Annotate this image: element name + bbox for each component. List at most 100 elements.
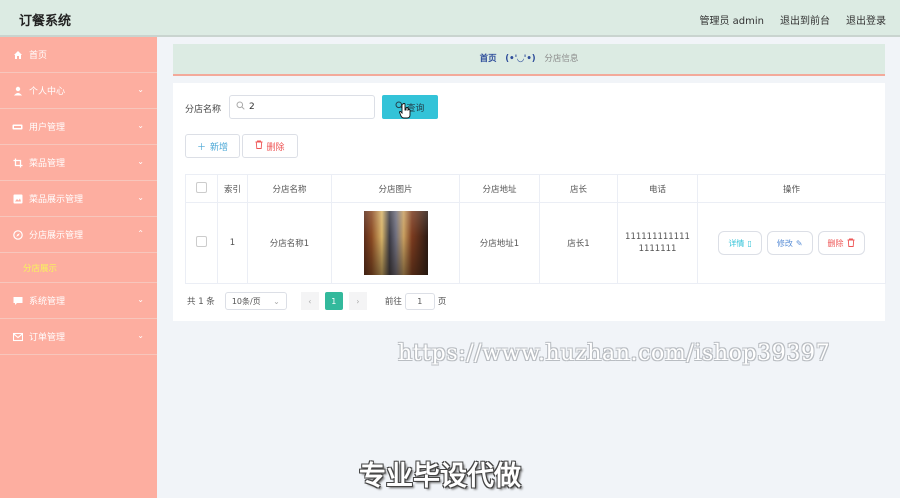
sidebar: 首页 个人中心 ⌄ 用户管理 ⌄ 菜品管理 ⌄ 菜品展示管理 ⌄ 分店展示管理 … (0, 37, 157, 498)
crop-icon (12, 157, 23, 168)
detail-button[interactable]: 详情 ▯ (718, 231, 762, 255)
cell-name: 分店名称1 (247, 202, 332, 284)
hand-cursor-icon (399, 103, 411, 122)
chevron-left-icon: ‹ (308, 296, 312, 306)
content-card: 分店名称 2 查询 ＋ 新增 删除 索引 分店名称 分店图片 分店地址 店长 电… (173, 83, 886, 321)
edit-button[interactable]: 修改 ✎ (766, 231, 813, 255)
image-icon (12, 193, 23, 204)
chevron-down-icon: ⌄ (137, 193, 144, 202)
goto-page-input[interactable]: 1 (404, 292, 435, 310)
search-input[interactable]: 2 (229, 95, 375, 119)
phone-text: 1111111111111111111 (625, 232, 690, 254)
sidebar-item-branch-display[interactable]: 分店展示管理 ⌃ (0, 217, 157, 253)
cell-address: 分店地址1 (459, 202, 540, 284)
sidebar-item-label: 个人中心 (29, 87, 66, 97)
frontend-link[interactable]: 退出到前台 (780, 12, 830, 27)
trash-icon (255, 140, 263, 152)
chevron-down-icon: ⌄ (137, 121, 144, 130)
delete-button-label: 删除 (266, 142, 285, 153)
row-actions: 详情 ▯ 修改 ✎ 删除 (698, 231, 885, 255)
header-index: 索引 (217, 174, 248, 203)
header-address: 分店地址 (459, 174, 540, 203)
edit-label: 修改 (776, 238, 793, 248)
row-delete-label: 删除 (827, 238, 844, 248)
mail-icon (12, 331, 23, 342)
branch-image (363, 211, 428, 275)
sidebar-item-label: 菜品展示管理 (29, 195, 84, 205)
cell-actions: 详情 ▯ 修改 ✎ 删除 (697, 202, 886, 284)
pencil-icon: ✎ (795, 238, 803, 248)
cell-image (331, 202, 460, 284)
branch-table: 索引 分店名称 分店图片 分店地址 店长 电话 操作 1 分店名称1 分店地址1… (185, 174, 886, 284)
sidebar-item-order-management[interactable]: 订单管理 ⌄ (0, 319, 157, 355)
logout-link[interactable]: 退出登录 (846, 12, 886, 27)
home-icon (12, 49, 23, 60)
chevron-down-icon: ⌄ (137, 85, 144, 94)
detail-label: 详情 (728, 238, 745, 248)
breadcrumb: 首页 (•'◡'•) 分店信息 (173, 44, 885, 76)
row-delete-button[interactable]: 删除 (817, 231, 865, 255)
sidebar-item-user-management[interactable]: 用户管理 ⌄ (0, 109, 157, 145)
header-manager: 店长 (539, 174, 618, 203)
header-links: 管理员 admin 退出到前台 退出登录 (699, 12, 886, 27)
cell-phone: 1111111111111111111 (617, 202, 698, 284)
page-size-select[interactable]: 10条/页 ⌄ (224, 292, 287, 310)
breadcrumb-current: 分店信息 (544, 54, 579, 64)
trash-icon (847, 238, 855, 249)
cell-manager: 店长1 (539, 202, 618, 284)
page-size-value: 10条/页 (231, 296, 261, 306)
sidebar-item-label: 用户管理 (29, 123, 66, 133)
chevron-up-icon: ⌃ (137, 229, 144, 238)
chevron-down-icon: ⌄ (137, 331, 144, 340)
submenu-item-branch-display[interactable]: 分店展示 (0, 253, 157, 283)
page-number-button[interactable]: 1 (324, 292, 343, 310)
sidebar-item-label: 系统管理 (29, 297, 66, 307)
header-phone: 电话 (617, 174, 698, 203)
chevron-down-icon: ⌄ (137, 157, 144, 166)
chevron-down-icon: ⌄ (137, 295, 144, 304)
plus-icon: ＋ (196, 142, 206, 153)
bottom-banner-text: 专业毕设代做 (359, 461, 521, 492)
header-actions: 操作 (697, 174, 886, 203)
cell-index: 1 (217, 202, 248, 284)
breadcrumb-home[interactable]: 首页 (480, 54, 497, 64)
sidebar-item-label: 订单管理 (29, 333, 66, 343)
compass-icon (12, 229, 23, 240)
app-title: 订餐系统 (19, 14, 72, 29)
prev-page-button[interactable]: ‹ (300, 292, 319, 310)
search-icon (236, 101, 245, 113)
chevron-right-icon: › (356, 296, 360, 306)
delete-button[interactable]: 删除 (242, 134, 298, 158)
goto-label: 前往 (384, 297, 402, 307)
checkbox[interactable] (196, 181, 207, 193)
chat-icon (12, 295, 23, 306)
pagination: 共 1 条 10条/页 ⌄ ‹ 1 › 前往 1 页 (187, 292, 446, 310)
sidebar-item-system-management[interactable]: 系统管理 ⌄ (0, 283, 157, 319)
row-checkbox-cell[interactable] (185, 202, 218, 284)
header-name: 分店名称 (247, 174, 332, 203)
next-page-button[interactable]: › (348, 292, 367, 310)
breadcrumb-separator: (•'◡'•) (505, 54, 536, 64)
sidebar-item-label: 首页 (29, 51, 48, 61)
add-button-label: 新增 (210, 142, 229, 153)
search-value: 2 (249, 102, 255, 112)
select-all-checkbox[interactable] (185, 174, 218, 203)
sidebar-item-personal-center[interactable]: 个人中心 ⌄ (0, 73, 157, 109)
sidebar-item-dish-display[interactable]: 菜品展示管理 ⌄ (0, 181, 157, 217)
document-icon: ▯ (747, 238, 752, 248)
total-count: 共 1 条 (187, 297, 215, 307)
add-button[interactable]: ＋ 新增 (185, 134, 240, 158)
table-header-row: 索引 分店名称 分店图片 分店地址 店长 电话 操作 (185, 174, 886, 203)
top-bar: 订餐系统 管理员 admin 退出到前台 退出登录 (0, 0, 900, 37)
users-icon (12, 121, 23, 132)
sidebar-item-dish-management[interactable]: 菜品管理 ⌄ (0, 145, 157, 181)
watermark-text: https://www.huzhan.com/ishop39397 (398, 341, 831, 366)
checkbox[interactable] (196, 236, 207, 247)
sidebar-item-label: 菜品管理 (29, 159, 66, 169)
sidebar-item-label: 分店展示管理 (29, 231, 84, 241)
header-image: 分店图片 (331, 174, 460, 203)
page-suffix: 页 (437, 297, 447, 307)
sidebar-item-home[interactable]: 首页 (0, 37, 157, 73)
search-label: 分店名称 (185, 105, 222, 115)
admin-label: 管理员 admin (699, 16, 764, 27)
